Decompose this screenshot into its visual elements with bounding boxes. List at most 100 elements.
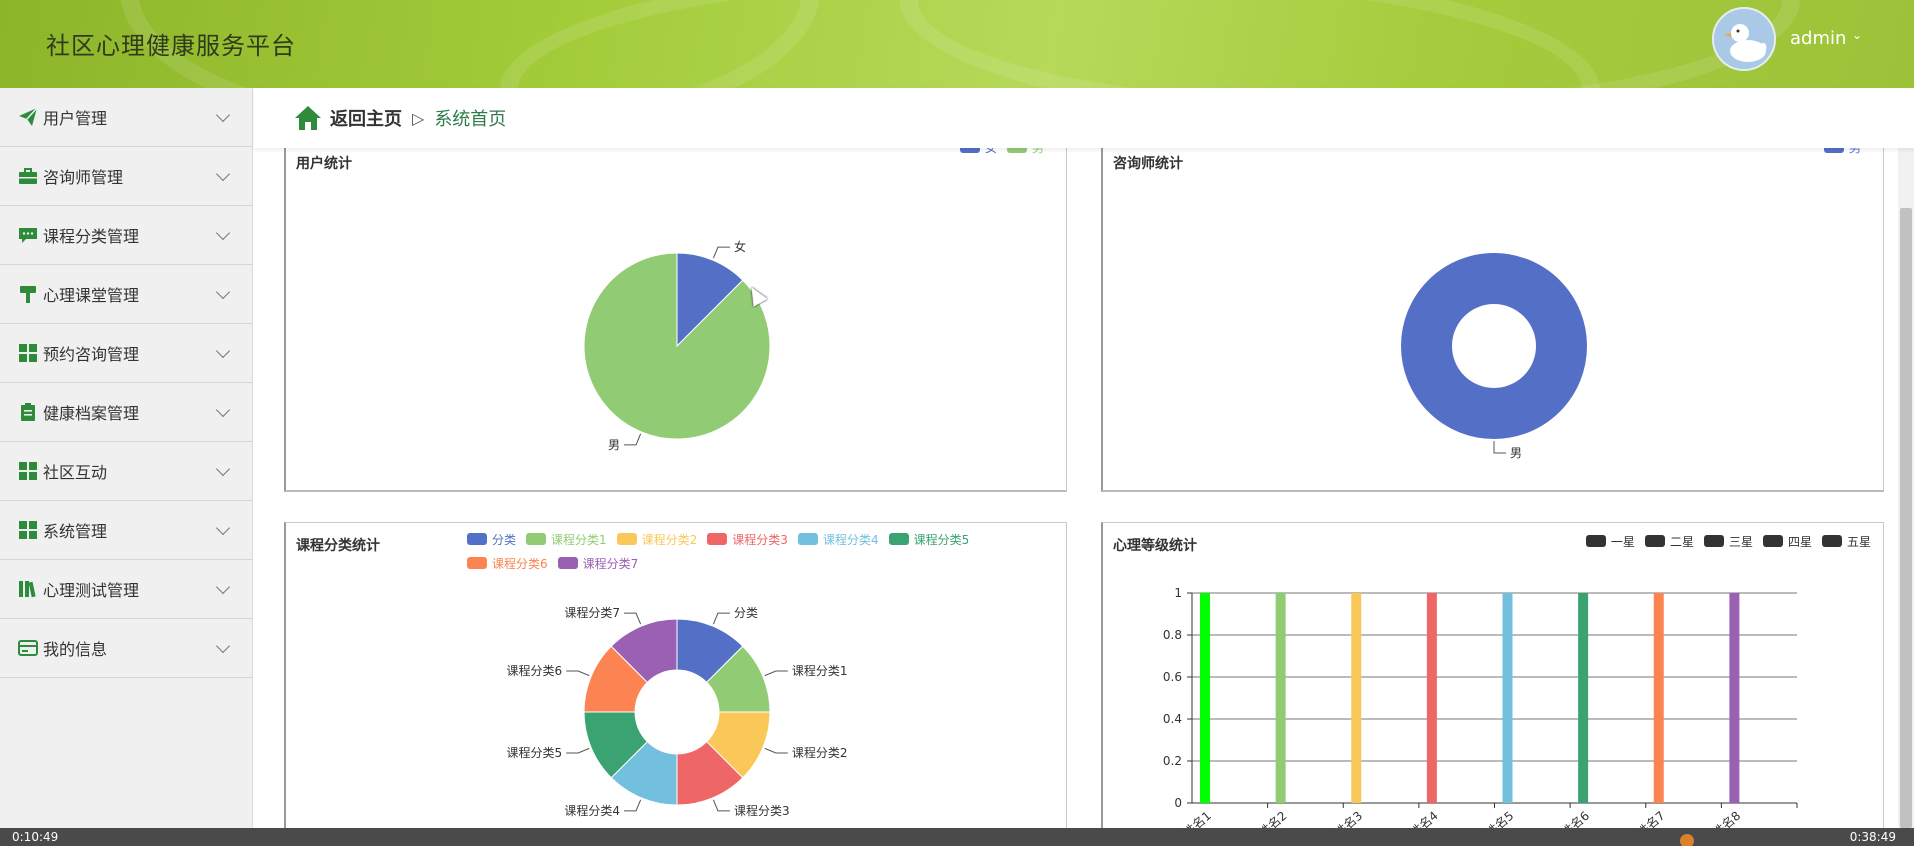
grid-icon <box>18 461 38 481</box>
slice-label: 男 <box>608 438 620 452</box>
sidebar-item-label: 用户管理 <box>43 109 108 128</box>
bar[interactable] <box>1351 593 1362 803</box>
playhead-icon[interactable] <box>1680 834 1694 846</box>
slice-label: 课程分类2 <box>792 745 848 760</box>
legend-label: 五星 <box>1846 534 1871 549</box>
slice-label: 课程分类1 <box>792 663 848 678</box>
video-progress-bar[interactable]: 0:10:49 0:38:49 <box>0 828 1914 846</box>
counselor-stats-chart: 男 <box>1401 253 1587 460</box>
sidebar-item-label: 心理课堂管理 <box>43 286 140 305</box>
scrollbar-thumb[interactable] <box>1900 208 1912 828</box>
top-header: 社区心理健康服务平台 admin ⌄ <box>0 0 1914 88</box>
card-title: 心理等级统计 <box>1113 538 1197 554</box>
user-menu[interactable]: admin <box>1790 28 1846 49</box>
legend-swatch <box>557 557 578 569</box>
chart-legend: 分类 课程分类1 课程分类2 课程分类3 课程分类4 课程分类5 课程分类6 课程分类7 <box>467 527 1066 575</box>
chevron-down-icon[interactable] <box>215 166 231 182</box>
legend-label: 一星 <box>1610 534 1635 549</box>
legend-label: 三星 <box>1728 534 1753 549</box>
legend-item[interactable]: 课程分类7 <box>557 551 638 575</box>
legend-item[interactable]: 三星 <box>1703 529 1753 553</box>
legend-swatch <box>467 557 487 569</box>
grid-icon <box>18 343 38 363</box>
chevron-down-icon[interactable] <box>215 520 231 536</box>
books-icon <box>18 579 38 599</box>
pie-slice[interactable] <box>583 252 771 440</box>
sidebar-item-9[interactable]: 我的信息 <box>0 619 252 678</box>
legend-item[interactable]: 四星 <box>1762 529 1812 553</box>
counselor-stats-card: 男 咨询师统计 男 <box>1101 140 1884 492</box>
comment-icon <box>18 225 38 245</box>
legend-label: 课程分类2 <box>641 532 698 547</box>
y-tick-label: 0.4 <box>1163 712 1182 726</box>
sidebar-item-label: 咨询师管理 <box>43 168 124 187</box>
chevron-down-icon[interactable] <box>215 402 231 418</box>
bar[interactable] <box>1426 593 1437 803</box>
bar[interactable] <box>1502 593 1513 803</box>
slice-label-line <box>712 799 730 812</box>
sidebar-item-7[interactable]: 系统管理 <box>0 501 252 560</box>
slice-label: 分类 <box>734 606 758 620</box>
legend-item[interactable]: 课程分类1 <box>526 527 607 551</box>
chevron-down-icon[interactable] <box>215 284 231 300</box>
sidebar-item-1[interactable]: 咨询师管理 <box>0 147 252 206</box>
sidebar-item-2[interactable]: 课程分类管理 <box>0 206 252 265</box>
legend-swatch <box>707 533 728 545</box>
bar[interactable] <box>1200 593 1210 803</box>
avatar[interactable] <box>1712 7 1776 71</box>
chevron-down-icon[interactable] <box>215 107 231 123</box>
legend-item[interactable]: 课程分类2 <box>616 527 698 551</box>
slice-label-line <box>624 433 642 446</box>
slice-label: 课程分类4 <box>564 803 620 818</box>
bar[interactable] <box>1578 593 1589 803</box>
paper-plane-icon <box>18 107 38 127</box>
sidebar-item-0[interactable]: 用户管理 <box>0 88 252 147</box>
legend-item[interactable]: 课程分类6 <box>467 551 548 575</box>
clipboard-icon <box>18 402 38 422</box>
bar[interactable] <box>1729 593 1740 803</box>
y-tick-label: 0.6 <box>1163 670 1182 684</box>
legend-item[interactable]: 五星 <box>1821 529 1871 553</box>
legend-label: 课程分类5 <box>913 532 970 547</box>
bar[interactable] <box>1653 593 1664 803</box>
chevron-down-icon[interactable] <box>215 579 231 595</box>
legend-item[interactable]: 课程分类4 <box>797 527 879 551</box>
sidebar-item-label: 预约咨询管理 <box>43 345 140 364</box>
slice-label-line <box>1493 441 1506 454</box>
sidebar-item-5[interactable]: 健康档案管理 <box>0 383 252 442</box>
bar[interactable] <box>1275 593 1286 803</box>
slice-label: 课程分类6 <box>507 663 563 678</box>
sidebar-item-label: 系统管理 <box>43 522 108 541</box>
legend-swatch <box>616 533 637 545</box>
legend-item[interactable]: 分类 <box>467 527 516 551</box>
home-icon[interactable] <box>294 105 322 131</box>
sidebar-item-label: 社区互动 <box>43 463 108 482</box>
legend-label: 四星 <box>1787 534 1812 549</box>
legend-label: 课程分类6 <box>492 556 548 571</box>
sidebar-item-6[interactable]: 社区互动 <box>0 442 252 501</box>
sidebar-item-4[interactable]: 预约咨询管理 <box>0 324 252 383</box>
legend-swatch <box>1703 535 1724 547</box>
chevron-down-icon[interactable] <box>215 461 231 477</box>
sidebar-item-label: 心理测试管理 <box>43 581 140 600</box>
chevron-down-icon[interactable] <box>215 343 231 359</box>
chevron-down-icon[interactable] <box>215 225 231 241</box>
slice-label: 课程分类7 <box>564 605 620 620</box>
legend-item[interactable]: 课程分类5 <box>888 527 970 551</box>
sidebar-item-3[interactable]: 心理课堂管理 <box>0 265 252 324</box>
card-title: 用户统计 <box>296 156 352 172</box>
chart-legend: 一星 二星 三星 四星 五星 <box>1585 529 1881 553</box>
chevron-down-icon[interactable]: ⌄ <box>1852 28 1862 42</box>
legend-swatch <box>888 533 909 545</box>
legend-swatch <box>1762 535 1783 547</box>
paint-roller-icon <box>18 284 38 304</box>
legend-item[interactable]: 一星 <box>1585 529 1635 553</box>
slice-label-line <box>712 612 730 625</box>
legend-item[interactable]: 课程分类3 <box>707 527 788 551</box>
chevron-down-icon[interactable] <box>215 638 231 654</box>
sidebar-item-8[interactable]: 心理测试管理 <box>0 560 252 619</box>
pie-slice[interactable] <box>1401 253 1587 439</box>
breadcrumb-home-link[interactable]: 返回主页 <box>330 105 402 131</box>
legend-item[interactable]: 二星 <box>1644 529 1694 553</box>
user-stats-chart: 女男 <box>583 239 771 452</box>
